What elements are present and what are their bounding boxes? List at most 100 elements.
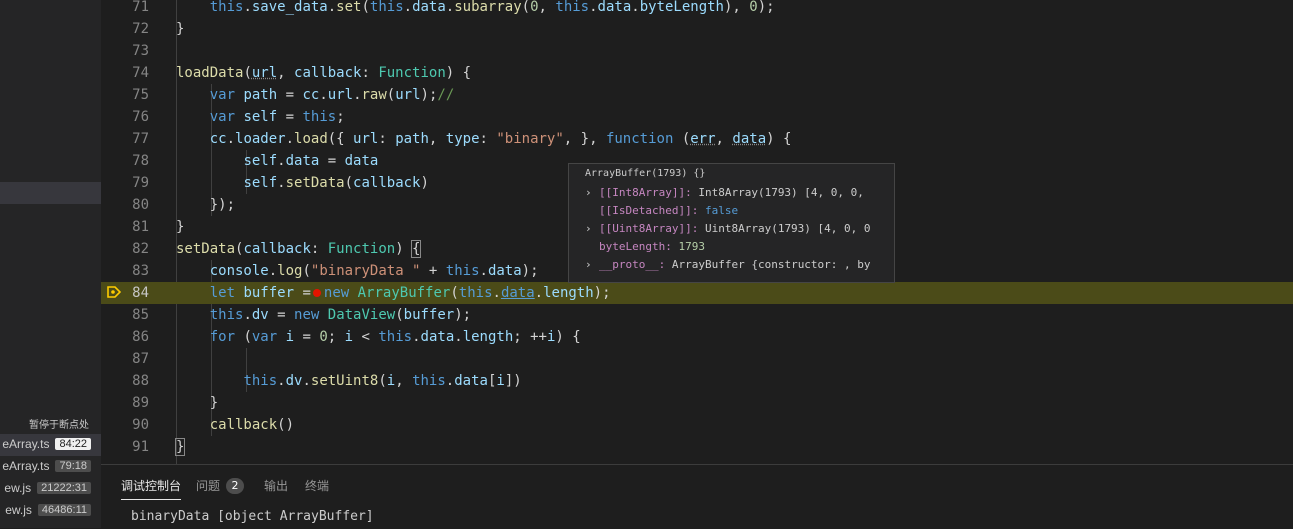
line-number: 75 [132,87,149,103]
code-line[interactable]: 76 var self = this; [101,106,1293,128]
line-code: for (var i = 0; i < this.data.length; ++… [209,329,581,345]
inline-breakpoint-icon[interactable] [312,288,321,297]
line-number: 88 [132,373,149,389]
hover-key: byteLength: [599,240,672,253]
hover-value: Int8Array(1793) [4, 0, 0, [698,186,864,199]
bottom-panel: 调试控制台 问题 2 输出 终端 binaryData [object Array… [101,464,1293,529]
line-code: }); [176,197,236,213]
call-stack-frame[interactable]: ew.js 46486:11 [0,500,101,522]
hover-value: 1793 [678,240,705,253]
console-output-line: binaryData [object ArrayBuffer] [131,509,374,524]
hover-row: byteLength: 1793 [585,238,705,256]
call-stack-frame[interactable]: ew.js 21222:31 [0,478,101,500]
line-number: 89 [132,395,149,411]
line-code: self.setData(callback) [243,175,429,191]
frame-file: eArray.ts [2,437,50,451]
line-number: 91 [132,439,149,455]
code-line[interactable]: 86 for (var i = 0; i < this.data.length;… [101,326,1293,348]
call-stack-frame[interactable]: eArray.ts 79:18 [0,456,101,478]
code-line[interactable]: 87 [101,348,1293,370]
hover-key: [[Uint8Array]]: [599,222,699,235]
sidebar-selected-row[interactable] [0,182,101,204]
frame-file: ew.js [4,481,32,495]
chevron-right-icon[interactable]: › [585,220,599,238]
hover-row[interactable]: › [[Uint8Array]]: Uint8Array(1793) [4, 0,… [585,220,871,238]
line-number: 73 [132,43,149,59]
line-number: 86 [132,329,149,345]
hover-header: ArrayBuffer(1793) {} [585,168,706,179]
frame-position: 79:18 [55,460,91,472]
hover-key: [[Int8Array]]: [599,186,692,199]
chevron-right-icon[interactable]: › [585,184,599,202]
tab-label: 调试控制台 [121,479,182,493]
line-number: 72 [132,21,149,37]
current-execution-line[interactable]: 84 let buffer = new ArrayBuffer(this.data… [101,282,1293,304]
frame-position: 21222:31 [37,482,91,494]
problems-count-badge: 2 [226,477,245,494]
tab-output[interactable]: 输出 [264,477,288,494]
hover-value: ArrayBuffer {constructor: , by [671,258,871,271]
line-code: callback() [209,417,295,433]
code-line[interactable]: 72} [101,18,1293,40]
line-code: this.save_data.set(this.data.subarray(0,… [209,0,775,15]
line-code: } [176,219,185,235]
line-code: cc.loader.load({ url: path, type: "binar… [209,131,792,147]
code-line[interactable]: 77 cc.loader.load({ url: path, type: "bi… [101,128,1293,150]
call-stack-frame[interactable]: eArray.ts 84:22 [0,434,101,456]
tab-debug-console[interactable]: 调试控制台 [121,477,182,500]
line-number: 77 [132,131,149,147]
line-number: 83 [132,263,149,279]
tab-label: 终端 [305,479,330,493]
line-code: var path = cc.url.raw(url);// [209,87,455,103]
line-number: 80 [132,197,149,213]
line-number: 71 [132,0,149,15]
tab-label: 问题 [196,479,221,493]
hover-key: [[IsDetached]]: [599,204,699,217]
line-number: 74 [132,65,149,81]
line-number: 90 [132,417,149,433]
tab-label: 输出 [264,479,289,493]
line-code: self.data = data [243,153,379,169]
code-line[interactable]: 91} [101,436,1293,458]
line-number: 78 [132,153,149,169]
line-code: setData(callback: Function) { [176,240,422,258]
line-number: 87 [132,351,149,367]
chevron-right-icon[interactable]: › [585,256,599,274]
line-code: } [176,21,185,37]
code-line[interactable]: 73 [101,40,1293,62]
hover-value: false [704,204,739,217]
code-line[interactable]: 74 loadData(url, callback: Function) { [101,62,1293,84]
frame-file: eArray.ts [2,459,50,473]
code-line[interactable]: 90 callback() [101,414,1293,436]
hover-key: __proto__: [599,258,666,271]
code-line[interactable]: 85 this.dv = new DataView(buffer); [101,304,1293,326]
code-line[interactable]: 75 var path = cc.url.raw(url);// [101,84,1293,106]
line-code: } [176,395,219,411]
code-line[interactable]: 88 this.dv.setUint8(i, this.data[i]) [101,370,1293,392]
line-code: this.dv.setUint8(i, this.data[i]) [243,373,522,389]
hover-row: [[IsDetached]]: false [585,202,738,220]
tab-terminal[interactable]: 终端 [305,477,329,494]
debug-sidebar: 暂停于断点处 eArray.ts 84:22 eArray.ts 79:18 ew.… [0,0,101,528]
line-number: 76 [132,109,149,125]
line-number: 85 [132,307,149,323]
line-code: let buffer = new ArrayBuffer(this.data.le… [209,285,611,301]
line-number: 81 [132,219,149,235]
hover-value: Uint8Array(1793) [4, 0, 0 [704,222,871,235]
paused-on-breakpoint-label: 暂停于断点处 [29,420,89,431]
hover-row[interactable]: › [[Int8Array]]: Int8Array(1793) [4, 0, 0… [585,184,864,202]
line-code: this.dv = new DataView(buffer); [209,307,472,323]
debug-current-line-arrow-icon [107,286,121,298]
frame-position: 46486:11 [37,504,91,516]
line-code: var self = this; [209,109,345,125]
code-line[interactable]: 71 this.save_data.set(this.data.subarray… [101,0,1293,18]
line-code: } [174,438,186,456]
code-line[interactable]: 89 } [101,392,1293,414]
frame-position: 84:22 [55,438,91,450]
hover-row[interactable]: › __proto__: ArrayBuffer {constructor: , … [585,256,871,274]
frame-file: ew.js [5,503,32,517]
debug-hover-widget[interactable]: ArrayBuffer(1793) {} › [[Int8Array]]: Int… [568,163,895,283]
tab-problems[interactable]: 问题 2 [196,477,245,494]
line-code: loadData(url, callback: Function) { [176,65,472,81]
line-number: 82 [132,241,149,257]
